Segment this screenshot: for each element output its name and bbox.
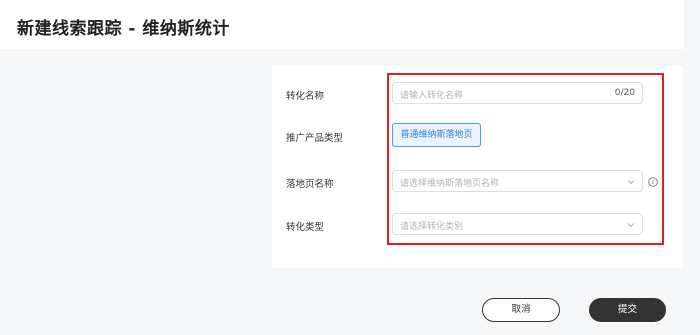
- highlight-annotation-box: [387, 73, 664, 245]
- cancel-button[interactable]: 取消: [482, 298, 560, 322]
- page-title: 新建线索跟踪 - 维纳斯统计: [17, 19, 230, 39]
- product-type-label: 推广产品类型: [286, 133, 344, 144]
- submit-button[interactable]: 提交: [589, 298, 666, 322]
- conversion-type-label: 转化类型: [286, 222, 325, 233]
- conversion-name-label: 转化名称: [286, 91, 325, 102]
- landing-page-label: 落地页名称: [286, 179, 334, 190]
- page-header: 新建线索跟踪 - 维纳斯统计: [0, 0, 684, 49]
